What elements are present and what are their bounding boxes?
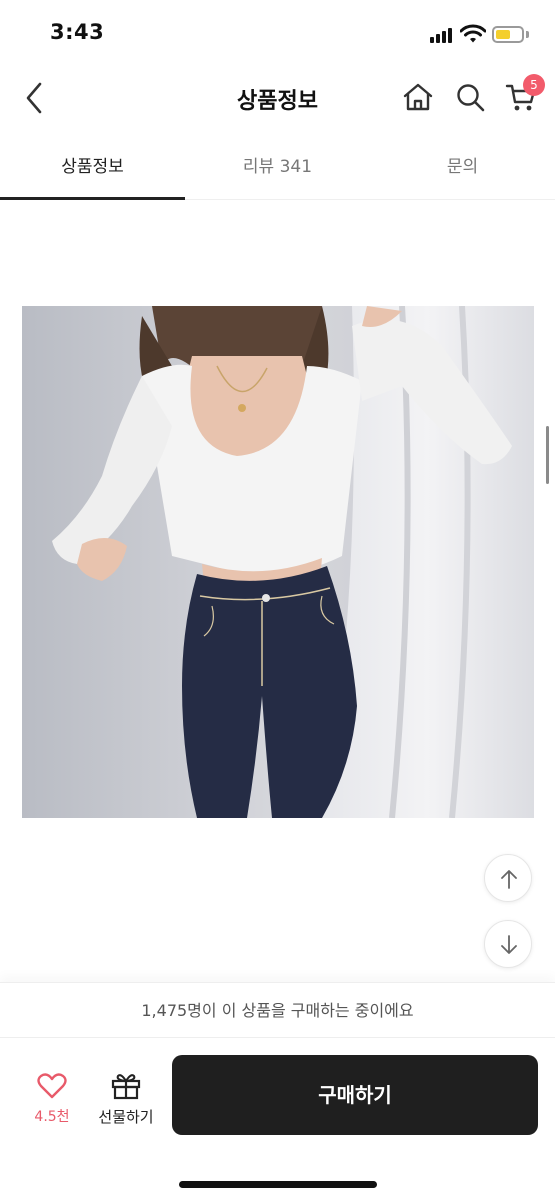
like-count: 4.5천 bbox=[34, 1109, 70, 1125]
home-indicator bbox=[179, 1181, 377, 1188]
tab-product-info[interactable]: 상품정보 bbox=[0, 152, 185, 177]
battery-icon bbox=[492, 26, 524, 43]
status-time: 3:43 bbox=[50, 20, 105, 44]
cart-count-badge: 5 bbox=[523, 74, 545, 96]
tab-inquiry[interactable]: 문의 bbox=[370, 152, 555, 177]
buy-button[interactable]: 구매하기 bbox=[172, 1055, 538, 1135]
home-icon[interactable] bbox=[402, 82, 434, 112]
status-bar: 3:43 bbox=[0, 0, 555, 66]
purchasing-now-banner: 1,475명이 이 상품을 구매하는 중이에요 bbox=[0, 982, 555, 1038]
active-tab-indicator bbox=[0, 197, 185, 200]
gift-label: 선물하기 bbox=[98, 1108, 154, 1126]
cellular-signal-icon bbox=[430, 27, 454, 43]
tab-bar: 상품정보 리뷰 341 문의 bbox=[0, 130, 555, 200]
model-wearing-crop-top-and-jeans-image bbox=[22, 306, 534, 818]
top-app-bar: 상품정보 bbox=[0, 66, 555, 130]
product-photo bbox=[22, 306, 534, 818]
bottom-action-bar: 4.5천 선물하기 구매하기 bbox=[0, 1038, 555, 1200]
battery-cap bbox=[526, 31, 529, 38]
tab-reviews[interactable]: 리뷰 341 bbox=[185, 152, 370, 177]
like-button[interactable]: 4.5천 bbox=[26, 1070, 78, 1130]
scroll-to-top-button[interactable] bbox=[484, 854, 532, 902]
scrollbar[interactable] bbox=[546, 426, 549, 484]
gift-button[interactable]: 선물하기 bbox=[94, 1070, 158, 1130]
search-icon[interactable] bbox=[455, 82, 485, 112]
wifi-icon bbox=[460, 24, 486, 43]
arrow-up-icon bbox=[501, 870, 517, 889]
heart-icon bbox=[37, 1073, 67, 1099]
arrow-down-icon bbox=[501, 935, 517, 954]
scroll-to-bottom-button[interactable] bbox=[484, 920, 532, 968]
gift-icon bbox=[111, 1074, 141, 1100]
